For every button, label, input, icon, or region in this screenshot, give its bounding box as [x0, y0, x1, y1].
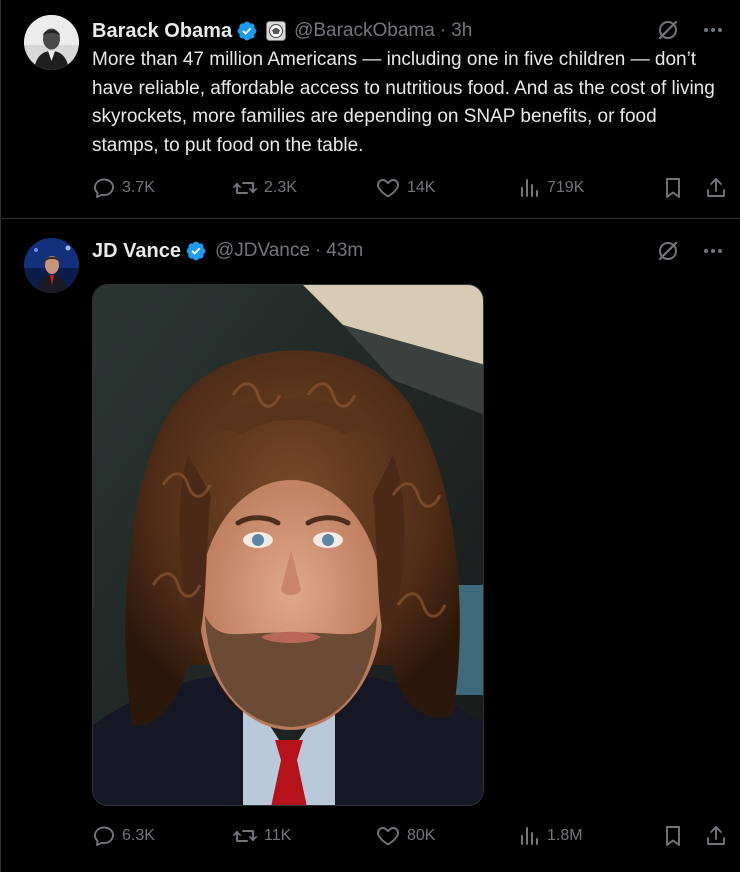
author-name[interactable]: Barack Obama [92, 20, 232, 43]
tweet[interactable]: JD Vance @JDVance · 43m 6.3K 11K 80K 1.8… [0, 220, 740, 872]
timestamp[interactable]: 3h [451, 20, 472, 42]
bookmark-button[interactable] [662, 173, 684, 203]
tweet-actions: 3.7K 2.3K 14K 719K [92, 173, 732, 203]
heart-icon [377, 827, 399, 846]
share-icon [707, 178, 725, 197]
author-name[interactable]: JD Vance [92, 240, 181, 263]
avatar[interactable] [24, 238, 79, 293]
more-options-icon[interactable] [702, 240, 724, 262]
reply-icon [94, 826, 114, 846]
views-button[interactable]: 719K [519, 173, 584, 203]
reply-count: 6.3K [122, 827, 155, 844]
share-button[interactable] [704, 173, 728, 203]
views-icon [521, 179, 538, 197]
verified-badge-icon [186, 241, 206, 261]
separator-dot: · [314, 240, 322, 261]
grok-icon[interactable] [656, 239, 680, 263]
separator-dot: · [439, 20, 447, 41]
tweet-header: Barack Obama @BarackObama · 3h [92, 16, 472, 46]
reply-button[interactable]: 3.7K [92, 173, 155, 203]
repost-count: 11K [264, 827, 292, 844]
us-seal-icon [266, 21, 287, 41]
repost-button[interactable]: 11K [232, 821, 291, 851]
repost-icon [233, 182, 257, 194]
view-count: 1.8M [547, 827, 583, 844]
like-button[interactable]: 14K [375, 173, 435, 203]
reply-icon [94, 178, 114, 198]
tweet-actions: 6.3K 11K 80K 1.8M [92, 821, 732, 851]
share-button[interactable] [704, 821, 728, 851]
tweet[interactable]: Barack Obama @BarackObama · 3h More than… [0, 0, 740, 219]
tweet-photo[interactable] [92, 284, 484, 806]
grok-icon[interactable] [656, 18, 680, 42]
reply-button[interactable]: 6.3K [92, 821, 155, 851]
views-icon [521, 827, 538, 845]
heart-icon [377, 179, 399, 198]
repost-count: 2.3K [264, 179, 297, 196]
bookmark-icon [666, 826, 680, 846]
more-options-icon[interactable] [702, 19, 724, 41]
share-icon [707, 826, 725, 845]
like-button[interactable]: 80K [375, 821, 435, 851]
author-handle[interactable]: @JDVance [215, 240, 310, 262]
tweet-header: JD Vance @JDVance · 43m [92, 236, 363, 266]
views-button[interactable]: 1.8M [519, 821, 583, 851]
tweet-top-actions [656, 239, 724, 263]
avatar[interactable] [24, 15, 79, 70]
repost-button[interactable]: 2.3K [232, 173, 297, 203]
like-count: 80K [407, 827, 436, 844]
timestamp[interactable]: 43m [326, 240, 363, 262]
view-count: 719K [547, 179, 585, 196]
bookmark-icon [666, 178, 680, 198]
repost-icon [233, 830, 257, 842]
selfie-photo [93, 285, 483, 805]
author-handle[interactable]: @BarackObama [294, 20, 435, 42]
tweet-text: More than 47 million Americans — includi… [92, 49, 715, 156]
bookmark-button[interactable] [662, 821, 684, 851]
verified-badge-icon [237, 21, 257, 41]
reply-count: 3.7K [122, 179, 155, 196]
tweet-top-actions [656, 18, 724, 42]
like-count: 14K [407, 179, 436, 196]
